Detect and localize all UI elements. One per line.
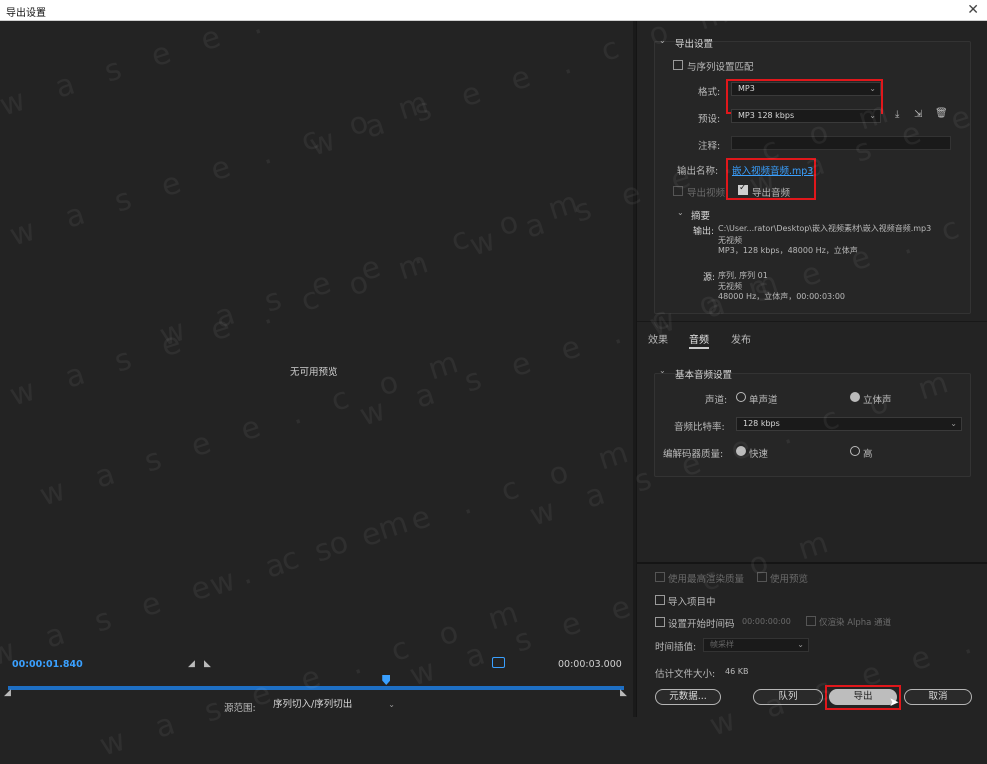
range-start-handle[interactable]: ◢ [4, 688, 11, 698]
max-render-label: 使用最高渲染质量 [668, 574, 745, 585]
fit-icon[interactable] [492, 657, 505, 668]
max-render-checkbox[interactable] [655, 572, 665, 582]
mono-radio[interactable] [736, 392, 746, 402]
mark-in-icon[interactable]: ◢ [188, 659, 195, 669]
import-preset-icon[interactable]: ⇲ [914, 109, 922, 120]
quality-high-label: 高 [863, 449, 873, 460]
import-project-label: 导入项目中 [668, 597, 716, 608]
match-sequence-checkbox[interactable] [673, 60, 683, 70]
queue-button[interactable]: 队列 [753, 689, 823, 705]
summary-title: 摘要 [691, 211, 711, 222]
timecode-value[interactable]: 00:00:00:00 [742, 617, 791, 626]
bitrate-value: 128 kbps [743, 419, 780, 428]
summary-output-line-1: C:\User...rator\Desktop\嵌入视频素材\嵌入视频音频.mp… [718, 224, 932, 233]
source-range-value: 序列切入/序列切出 [273, 699, 353, 710]
set-timecode-checkbox[interactable] [655, 617, 665, 627]
preset-label: 预设: [698, 114, 721, 125]
chevron-down-icon: ⌄ [869, 111, 876, 120]
save-preset-icon[interactable]: ⤓ [895, 109, 899, 120]
range-end-handle[interactable]: ◣ [620, 688, 627, 698]
tab-publish[interactable]: 发布 [731, 331, 751, 346]
quality-fast-radio[interactable] [736, 446, 746, 456]
summary-collapse-icon[interactable]: ⌄ [677, 208, 684, 217]
metadata-button[interactable]: 元数据... [655, 689, 721, 705]
time-interp-label: 时间插值: [655, 642, 697, 653]
render-alpha-checkbox[interactable] [806, 616, 816, 626]
summary-source-label: 源: [703, 273, 716, 283]
chevron-down-icon: ⌄ [869, 84, 876, 93]
comments-input[interactable] [731, 136, 951, 150]
export-audio-label: 导出音频 [752, 188, 791, 199]
time-interp-value: 帧采样 [710, 640, 734, 649]
summary-source-line-1: 序列, 序列 01 [718, 271, 768, 280]
tab-effects[interactable]: 效果 [648, 331, 668, 346]
audio-section-title: 基本音频设置 [675, 370, 733, 381]
mouse-cursor-icon: ➤ [889, 695, 900, 709]
trash-icon[interactable]: 🗑 [935, 108, 948, 119]
format-select[interactable]: MP3 ⌄ [731, 82, 881, 96]
import-project-checkbox[interactable] [655, 595, 665, 605]
export-settings-title: 导出设置 [675, 39, 714, 50]
preset-value: MP3 128 kbps [738, 111, 795, 120]
format-value: MP3 [738, 84, 755, 93]
audio-collapse-icon[interactable]: ⌄ [659, 366, 666, 375]
use-previews-label: 使用预览 [770, 574, 809, 585]
use-previews-checkbox[interactable] [757, 572, 767, 582]
total-time: 00:00:03.000 [558, 659, 622, 670]
preview-pane: 无可用预览 00:00:01.840 ◢ ◣ 00:00:03.000 ◢ ◣ … [0, 21, 633, 717]
title-bar: 导出设置 ✕ [0, 0, 987, 21]
channels-label: 声道: [705, 395, 728, 406]
export-video-checkbox[interactable] [673, 186, 683, 196]
bitrate-label: 音频比特率: [674, 422, 725, 433]
codec-quality-label: 编解码器质量: [663, 449, 724, 460]
format-label: 格式: [698, 87, 721, 98]
cancel-button[interactable]: 取消 [904, 689, 972, 705]
bottom-divider [637, 562, 987, 564]
source-range-label: 源范围: [224, 703, 256, 714]
close-icon[interactable]: ✕ [967, 2, 979, 18]
no-preview-text: 无可用预览 [290, 367, 338, 378]
stereo-radio[interactable] [850, 392, 860, 402]
summary-output-label: 输出: [693, 227, 715, 237]
match-sequence-label: 与序列设置匹配 [687, 62, 754, 73]
export-audio-checkbox[interactable] [738, 183, 748, 195]
chevron-down-icon: ⌄ [950, 419, 957, 428]
comments-label: 注释: [698, 141, 721, 152]
current-time[interactable]: 00:00:01.840 [12, 659, 83, 670]
filesize-label: 估计文件大小: [655, 669, 716, 680]
stereo-label: 立体声 [863, 395, 892, 406]
export-video-label: 导出视频 [687, 188, 726, 199]
filesize-value: 46 KB [725, 667, 749, 676]
output-name-label: 输出名称: [677, 166, 719, 177]
quality-high-radio[interactable] [850, 446, 860, 456]
playhead[interactable] [382, 675, 391, 685]
tab-audio[interactable]: 音频 [689, 331, 709, 349]
preset-select[interactable]: MP3 128 kbps ⌄ [731, 109, 881, 123]
timeline-bar[interactable] [8, 686, 624, 690]
settings-pane: ⌄ 导出设置 与序列设置匹配 格式: MP3 ⌄ 预设: MP3 128 kbps… [636, 21, 987, 717]
chevron-down-icon: ⌄ [388, 700, 395, 709]
render-alpha-label: 仅渲染 Alpha 通道 [819, 618, 892, 628]
mark-out-icon[interactable]: ◣ [204, 659, 211, 669]
time-interp-select[interactable]: 帧采样 ⌄ [703, 638, 809, 652]
collapse-icon[interactable]: ⌄ [659, 36, 666, 45]
window-title: 导出设置 [6, 8, 46, 19]
chevron-down-icon: ⌄ [797, 640, 804, 649]
summary-output-line-3: MP3，128 kbps，48000 Hz，立体声 [718, 246, 858, 255]
summary-source-line-3: 48000 Hz，立体声，00:00:03:00 [718, 292, 846, 301]
source-range-select[interactable]: 序列切入/序列切出 ⌄ [266, 698, 400, 712]
output-name-link[interactable]: 嵌入视频音频.mp3 [732, 163, 813, 177]
quality-fast-label: 快速 [749, 449, 769, 460]
mono-label: 单声道 [749, 395, 778, 406]
bitrate-select[interactable]: 128 kbps ⌄ [736, 417, 962, 431]
set-timecode-label: 设置开始时间码 [668, 619, 735, 630]
export-button[interactable]: 导出 [829, 689, 897, 705]
